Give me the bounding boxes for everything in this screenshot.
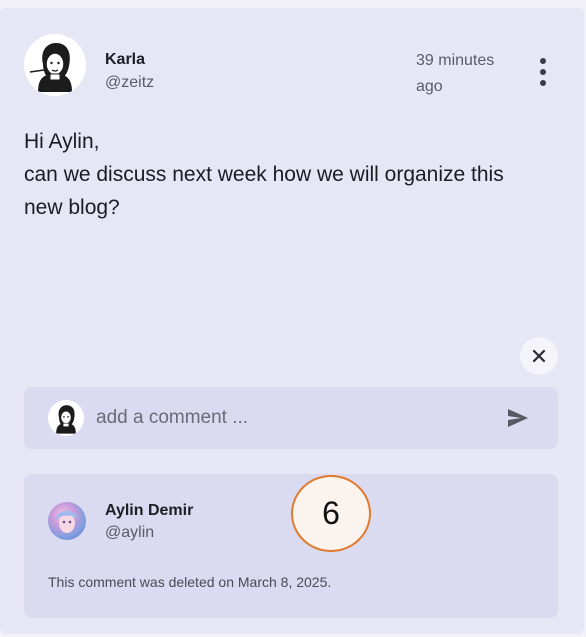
- post-body-line: Hi Aylin,: [24, 130, 100, 153]
- reply-author-handle[interactable]: @aylin: [105, 524, 154, 542]
- post-body-line: can we discuss next week how we will org…: [24, 163, 504, 219]
- author-name[interactable]: Karla: [105, 51, 145, 69]
- reply-author-avatar[interactable]: [48, 502, 86, 540]
- deleted-comment-note: This comment was deleted on March 8, 202…: [48, 574, 332, 590]
- author-handle[interactable]: @zeitz: [105, 74, 154, 92]
- post-body: Hi Aylin, can we discuss next week how w…: [24, 125, 534, 224]
- reply-card: Aylin Demir @aylin This comment was dele…: [24, 474, 558, 618]
- send-icon: [508, 409, 528, 427]
- post-header: Karla @zeitz 39 minutes ago: [24, 34, 560, 104]
- send-button[interactable]: [506, 406, 530, 430]
- reply-author-name[interactable]: Aylin Demir: [105, 502, 193, 520]
- avatar-illustration: [24, 34, 86, 96]
- close-button[interactable]: [520, 337, 558, 375]
- author-avatar[interactable]: [24, 34, 86, 96]
- step-badge: 6: [291, 475, 371, 552]
- current-user-avatar: [48, 400, 84, 436]
- post-card: Karla @zeitz 39 minutes ago Hi Aylin, ca…: [0, 8, 584, 634]
- comment-input[interactable]: [96, 401, 476, 435]
- comment-bar: [24, 387, 558, 449]
- close-icon: [532, 349, 546, 363]
- more-vertical-icon[interactable]: [536, 58, 550, 86]
- post-timestamp: 39 minutes ago: [416, 52, 495, 95]
